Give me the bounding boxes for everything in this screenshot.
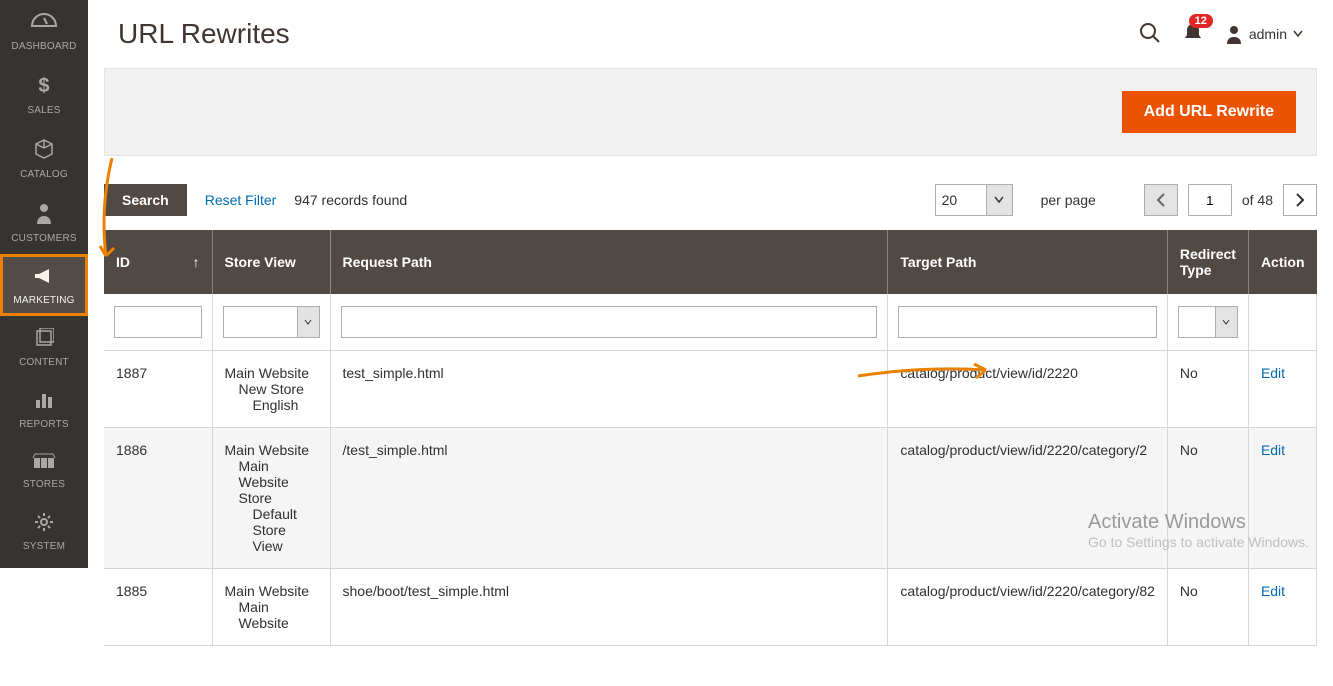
- user-icon: [1225, 24, 1243, 44]
- sidebar-item-label: CONTENT: [19, 357, 69, 368]
- cell-redirect: No: [1167, 351, 1248, 428]
- sidebar-item-catalog[interactable]: CATALOG: [0, 126, 88, 190]
- chevron-down-icon: [1293, 30, 1303, 38]
- table-row[interactable]: 1885 Main Website Main Website shoe/boot…: [104, 569, 1317, 646]
- sidebar-item-label: REPORTS: [19, 419, 69, 430]
- filter-store-select[interactable]: [223, 306, 320, 338]
- cell-store: Main Website Main Website Store Default …: [212, 428, 330, 569]
- dashboard-icon: [4, 12, 84, 35]
- pager-of-label: of 48: [1242, 192, 1273, 208]
- page-title: URL Rewrites: [118, 18, 290, 50]
- sidebar-item-label: SYSTEM: [23, 541, 65, 552]
- column-target-path[interactable]: Target Path: [888, 230, 1168, 294]
- edit-link[interactable]: Edit: [1261, 442, 1285, 458]
- pager: of 48: [1144, 184, 1317, 216]
- sidebar-item-label: MARKETING: [13, 295, 74, 306]
- per-page-value[interactable]: 20: [935, 184, 987, 216]
- sidebar-item-system[interactable]: SYSTEM: [0, 500, 88, 562]
- pager-prev-button[interactable]: [1144, 184, 1178, 216]
- edit-link[interactable]: Edit: [1261, 365, 1285, 381]
- cell-target: catalog/product/view/id/2220: [888, 351, 1168, 428]
- pager-page-input[interactable]: [1188, 184, 1232, 216]
- filter-request-input[interactable]: [341, 306, 878, 338]
- cell-redirect: No: [1167, 428, 1248, 569]
- sidebar-item-marketing[interactable]: MARKETING: [0, 254, 88, 316]
- bars-icon: [4, 390, 84, 413]
- notifications-icon[interactable]: 12: [1183, 22, 1203, 47]
- sidebar-item-content[interactable]: CONTENT: [0, 316, 88, 378]
- table-row[interactable]: 1886 Main Website Main Website Store Def…: [104, 428, 1317, 569]
- sidebar-item-label: CUSTOMERS: [11, 233, 77, 244]
- sidebar-item-label: DASHBOARD: [11, 41, 76, 52]
- filter-id-input[interactable]: [114, 306, 202, 338]
- filter-redirect-select[interactable]: [1178, 306, 1238, 338]
- cell-id: 1886: [104, 428, 212, 569]
- chevron-down-icon[interactable]: [1216, 306, 1238, 338]
- cell-id: 1885: [104, 569, 212, 646]
- user-menu[interactable]: admin: [1225, 24, 1303, 44]
- person-icon: [4, 202, 84, 227]
- cell-request: test_simple.html: [330, 351, 888, 428]
- stores-icon: [4, 452, 84, 473]
- sidebar-item-label: CATALOG: [20, 169, 68, 180]
- chevron-right-icon: [1295, 193, 1305, 207]
- per-page-label: per page: [1041, 192, 1096, 208]
- table-row[interactable]: 1887 Main Website New Store English test…: [104, 351, 1317, 428]
- pager-next-button[interactable]: [1283, 184, 1317, 216]
- add-url-rewrite-button[interactable]: Add URL Rewrite: [1122, 91, 1296, 133]
- cell-target: catalog/product/view/id/2220/category/2: [888, 428, 1168, 569]
- sidebar-item-reports[interactable]: REPORTS: [0, 378, 88, 440]
- reset-filter-link[interactable]: Reset Filter: [205, 192, 277, 208]
- gear-icon: [4, 512, 84, 535]
- filter-row: [104, 294, 1317, 351]
- notifications-badge: 12: [1189, 14, 1213, 28]
- main-content: URL Rewrites 12 admin Add URL Rewrite Se…: [88, 0, 1333, 686]
- grid-toolbar: Search Reset Filter 947 records found 20…: [104, 184, 1317, 216]
- user-label: admin: [1249, 26, 1287, 42]
- cell-store: Main Website New Store English: [212, 351, 330, 428]
- cell-request: shoe/boot/test_simple.html: [330, 569, 888, 646]
- column-action: Action: [1248, 230, 1316, 294]
- search-icon[interactable]: [1139, 22, 1161, 47]
- cell-store: Main Website Main Website: [212, 569, 330, 646]
- cube-icon: [4, 138, 84, 163]
- chevron-down-icon[interactable]: [298, 306, 320, 338]
- column-store-view[interactable]: Store View: [212, 230, 330, 294]
- page-header: URL Rewrites 12 admin: [88, 0, 1333, 68]
- edit-link[interactable]: Edit: [1261, 583, 1285, 599]
- cell-target: catalog/product/view/id/2220/category/82: [888, 569, 1168, 646]
- action-bar: Add URL Rewrite: [104, 68, 1317, 156]
- svg-text:$: $: [38, 75, 49, 96]
- sidebar-item-stores[interactable]: STORES: [0, 440, 88, 500]
- column-request-path[interactable]: Request Path: [330, 230, 888, 294]
- cell-request: /test_simple.html: [330, 428, 888, 569]
- sidebar-item-dashboard[interactable]: DASHBOARD: [0, 0, 88, 62]
- sidebar-item-customers[interactable]: CUSTOMERS: [0, 190, 88, 254]
- admin-sidebar: DASHBOARD $ SALES CATALOG CUSTOMERS MARK…: [0, 0, 88, 568]
- sidebar-item-label: SALES: [27, 105, 60, 116]
- records-found: 947 records found: [294, 192, 407, 208]
- column-redirect-type[interactable]: Redirect Type: [1167, 230, 1248, 294]
- sidebar-item-label: STORES: [23, 479, 65, 490]
- url-rewrites-grid: ID ↑ Store View Request Path Target Path…: [104, 230, 1317, 646]
- sidebar-item-sales[interactable]: $ SALES: [0, 62, 88, 126]
- dollar-icon: $: [4, 74, 84, 99]
- chevron-left-icon: [1156, 193, 1166, 207]
- cell-id: 1887: [104, 351, 212, 428]
- filter-target-input[interactable]: [898, 306, 1157, 338]
- sort-arrow-icon: ↑: [193, 254, 200, 270]
- cell-redirect: No: [1167, 569, 1248, 646]
- megaphone-icon: [4, 266, 84, 289]
- sheets-icon: [4, 328, 84, 351]
- per-page-select[interactable]: 20: [935, 184, 1013, 216]
- column-id[interactable]: ID ↑: [104, 230, 212, 294]
- search-button[interactable]: Search: [104, 184, 187, 216]
- header-actions: 12 admin: [1139, 22, 1303, 47]
- chevron-down-icon[interactable]: [987, 184, 1013, 216]
